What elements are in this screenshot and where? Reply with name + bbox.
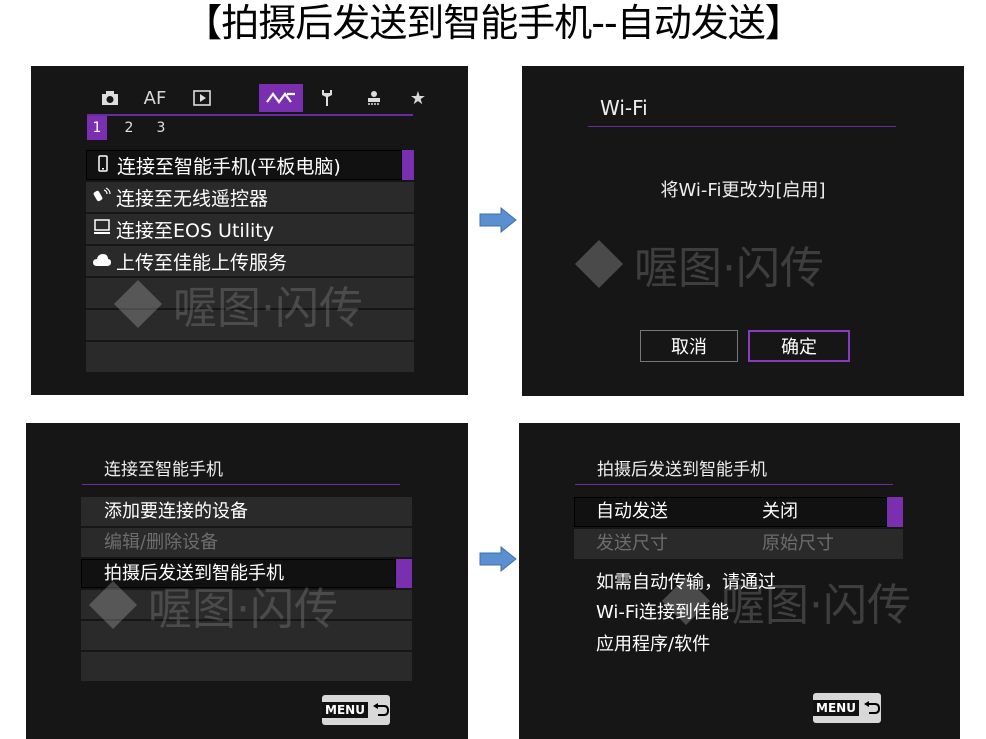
info-note-line: 应用程序/软件 xyxy=(596,634,711,655)
computer-icon xyxy=(92,219,112,239)
wrench-icon[interactable] xyxy=(312,84,342,112)
star-icon[interactable]: ★ xyxy=(403,84,433,112)
setting-value: 关闭 xyxy=(762,501,798,522)
tab-af[interactable]: AF xyxy=(140,84,170,112)
smartphone-icon xyxy=(93,154,113,176)
dialog-title: Wi-Fi xyxy=(600,96,648,120)
list-empty-row xyxy=(81,621,412,650)
menu-item-connect-remote[interactable]: 连接至无线遥控器 xyxy=(86,182,414,212)
dialog-message: 将Wi-Fi更改为[启用] xyxy=(660,180,826,201)
cloud-icon xyxy=(92,252,112,271)
remote-icon xyxy=(92,187,112,207)
settings-list: 自动发送 关闭 发送尺寸 原始尺寸 xyxy=(574,497,903,561)
cancel-button[interactable]: 取消 xyxy=(640,330,738,362)
menu-item-connect-eos-utility[interactable]: 连接至EOS Utility xyxy=(86,214,414,244)
menu-empty-row xyxy=(86,310,414,340)
back-arrow-icon xyxy=(372,703,389,716)
menu-empty-row xyxy=(86,278,414,308)
subtab-1[interactable]: 1 xyxy=(87,116,107,140)
screen-title: 拍摄后发送到智能手机 xyxy=(597,460,767,480)
setting-row-send-size: 发送尺寸 原始尺寸 xyxy=(574,529,903,559)
ok-button[interactable]: 确定 xyxy=(748,330,850,362)
custom-icon[interactable] xyxy=(359,84,389,112)
menu-item-label: 连接至EOS Utility xyxy=(116,219,274,242)
play-icon[interactable] xyxy=(187,84,217,112)
menu-item-label: 连接至无线遥控器 xyxy=(116,187,269,210)
info-note-line: 如需自动传输，请通过 xyxy=(596,572,776,593)
setting-label: 发送尺寸 xyxy=(596,533,668,554)
menu-item-label: 连接至智能手机(平板电脑) xyxy=(117,155,341,178)
arrow-right-icon xyxy=(479,546,517,572)
menu-item-connect-smartphone[interactable]: 连接至智能手机(平板电脑) xyxy=(86,150,414,180)
title-divider xyxy=(575,484,893,485)
wireless-menu-list: 连接至智能手机(平板电脑) 连接至无线遥控器 连接至EOS Utility 上传… xyxy=(86,150,414,374)
screen-title: 连接至智能手机 xyxy=(104,460,223,480)
settings-list: 添加要连接的设备 编辑/删除设备 拍摄后发送到智能手机 xyxy=(81,497,412,683)
watermark: 喔图·闪传 xyxy=(574,232,824,296)
menu-back-button[interactable]: MENU xyxy=(322,695,390,725)
back-arrow-icon xyxy=(863,701,880,714)
camera-screen-wireless-menu: AF ★ 1 2 3 连接至智能手机(平板电脑) 连接至无线遥控器 连接至EOS… xyxy=(31,66,468,395)
watermark-logo-icon xyxy=(574,239,624,289)
info-note-line: Wi-Fi连接到佳能 xyxy=(596,602,729,623)
list-item-edit-delete-device: 编辑/删除设备 xyxy=(81,528,412,557)
setting-row-auto-send[interactable]: 自动发送 关闭 xyxy=(574,497,903,527)
menu-back-button[interactable]: MENU xyxy=(813,693,881,723)
camera-screen-wifi-dialog: Wi-Fi 将Wi-Fi更改为[启用] 喔图·闪传 取消 确定 xyxy=(522,66,964,396)
subtab-3[interactable]: 3 xyxy=(151,116,171,140)
camera-icon[interactable] xyxy=(95,84,125,112)
list-empty-row xyxy=(81,590,412,619)
list-item-send-after-shooting[interactable]: 拍摄后发送到智能手机 xyxy=(81,559,412,588)
list-item-add-device[interactable]: 添加要连接的设备 xyxy=(81,497,412,526)
menu-item-label: 上传至佳能上传服务 xyxy=(116,251,288,274)
menu-item-upload-service[interactable]: 上传至佳能上传服务 xyxy=(86,246,414,276)
setting-value: 原始尺寸 xyxy=(762,533,834,554)
setting-label: 自动发送 xyxy=(596,501,668,522)
page-title: 【拍摄后发送到智能手机--自动发送】 xyxy=(184,1,802,45)
camera-screen-connect-smartphone: 连接至智能手机 添加要连接的设备 编辑/删除设备 拍摄后发送到智能手机 喔图·闪… xyxy=(26,423,468,739)
camera-screen-send-after-shooting: 拍摄后发送到智能手机 自动发送 关闭 发送尺寸 原始尺寸 喔图·闪传 如需自动传… xyxy=(519,423,960,739)
title-divider xyxy=(82,484,400,485)
arrow-right-icon xyxy=(479,207,517,233)
title-divider xyxy=(588,126,896,127)
subtab-2[interactable]: 2 xyxy=(119,116,139,140)
menu-tabs: AF ★ xyxy=(87,84,426,116)
menu-empty-row xyxy=(86,342,414,372)
list-empty-row xyxy=(81,652,412,681)
wireless-icon[interactable] xyxy=(259,84,303,112)
